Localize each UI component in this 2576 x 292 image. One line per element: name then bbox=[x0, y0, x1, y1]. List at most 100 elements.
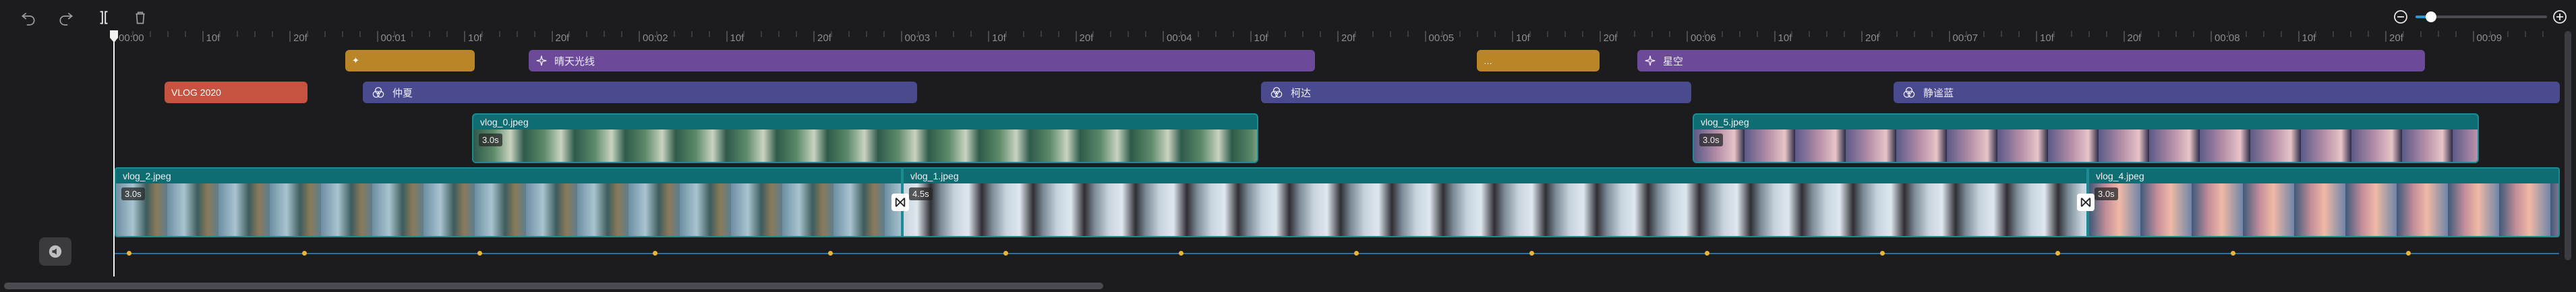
ruler-minor-tick bbox=[1983, 31, 1985, 37]
delete-button[interactable] bbox=[129, 7, 151, 28]
main-clip[interactable]: vlog_2.jpeg 3.0s bbox=[115, 167, 902, 237]
filter-clip-label: 静谧蓝 bbox=[1923, 87, 1954, 99]
main-clip[interactable]: vlog_1.jpeg 4.5s bbox=[902, 167, 2088, 237]
ruler-minor-tick bbox=[1179, 31, 1181, 37]
text-clip[interactable]: … bbox=[1477, 50, 1600, 71]
ruler-minor-tick bbox=[2333, 31, 2335, 37]
ruler-minor-tick bbox=[1232, 31, 1234, 37]
main-clip[interactable]: vlog_4.jpeg 3.0s bbox=[2088, 167, 2560, 237]
ruler-label: 10f bbox=[992, 32, 1006, 44]
ruler-minor-tick bbox=[1005, 31, 1007, 37]
ruler-tick bbox=[1512, 31, 1513, 42]
horizontal-scrollbar[interactable] bbox=[4, 283, 1103, 289]
ruler-minor-tick bbox=[1302, 31, 1304, 37]
ruler-minor-tick bbox=[2105, 31, 2107, 37]
clip-duration: 3.0s bbox=[479, 134, 502, 146]
playhead-handle[interactable] bbox=[109, 30, 119, 43]
split-icon bbox=[100, 11, 108, 24]
ruler-minor-tick bbox=[918, 31, 920, 37]
beat-marker bbox=[1880, 251, 1885, 256]
beat-marker bbox=[1179, 251, 1183, 256]
sparkle-icon bbox=[1644, 55, 1656, 67]
filter-clip[interactable]: 静谧蓝 bbox=[1894, 82, 2560, 103]
ruler-minor-tick bbox=[621, 31, 623, 37]
ruler-tick bbox=[639, 31, 640, 42]
text-clip[interactable]: ✦ bbox=[345, 50, 475, 71]
split-button[interactable] bbox=[93, 7, 115, 28]
ruler-tick bbox=[2036, 31, 2037, 42]
ruler-minor-tick bbox=[184, 31, 186, 37]
ruler-minor-tick bbox=[2402, 31, 2404, 37]
filter-clip[interactable]: VLOG 2020 bbox=[165, 82, 308, 103]
zoom-in-icon[interactable] bbox=[2552, 9, 2568, 25]
ruler-tick bbox=[2472, 31, 2474, 42]
ruler-tick bbox=[2123, 31, 2125, 42]
ruler-minor-tick bbox=[2193, 31, 2195, 37]
zoom-slider-knob[interactable] bbox=[2426, 11, 2437, 22]
time-ruler[interactable]: 00:00 10f 20f 00:01 10f 20f 00:02 10f 20f 00:03 10… bbox=[115, 31, 2563, 46]
transition-button[interactable] bbox=[2077, 194, 2095, 211]
text-icon: … bbox=[1484, 55, 1492, 66]
ruler-minor-tick bbox=[1372, 31, 1374, 37]
playhead[interactable] bbox=[113, 32, 115, 276]
ruler-tick bbox=[1163, 31, 1164, 42]
ruler-minor-tick bbox=[2280, 31, 2282, 37]
transition-button[interactable] bbox=[891, 194, 909, 211]
ruler-tick bbox=[1250, 31, 1252, 42]
ruler-minor-tick bbox=[935, 31, 937, 37]
ruler-label: 10f bbox=[1516, 32, 1530, 44]
ruler-minor-tick bbox=[673, 31, 675, 37]
ruler-label: 20f bbox=[2127, 32, 2142, 44]
zoom-out-icon[interactable] bbox=[2393, 9, 2409, 25]
ruler-minor-tick bbox=[1214, 31, 1217, 37]
ruler-minor-tick bbox=[1407, 31, 1409, 37]
beat-marker bbox=[828, 251, 833, 256]
overlay-clip[interactable]: vlog_5.jpeg 3.0s bbox=[1693, 113, 2479, 163]
ruler-minor-tick bbox=[2227, 31, 2229, 37]
ruler-minor-tick bbox=[796, 31, 798, 37]
filter-icon bbox=[372, 86, 384, 98]
ruler-minor-tick bbox=[1267, 31, 1269, 37]
ruler-minor-tick bbox=[743, 31, 745, 37]
ruler-label: 00:09 bbox=[2476, 32, 2502, 44]
transition-icon bbox=[2080, 198, 2091, 207]
ruler-minor-tick bbox=[306, 31, 308, 37]
filter-clip-label: 仲夏 bbox=[392, 87, 413, 99]
ruler-minor-tick bbox=[1844, 31, 1846, 37]
undo-icon bbox=[21, 12, 35, 26]
ruler-minor-tick bbox=[1389, 31, 1391, 37]
ruler-minor-tick bbox=[481, 31, 483, 37]
ruler-tick bbox=[2297, 31, 2300, 42]
ruler-tick bbox=[1337, 31, 1339, 42]
mute-audio-button[interactable] bbox=[39, 237, 71, 266]
filter-clip[interactable]: 柯达 bbox=[1261, 82, 1691, 103]
ruler-tick bbox=[202, 31, 204, 42]
ruler-minor-tick bbox=[1564, 31, 1566, 37]
ruler-minor-tick bbox=[1791, 31, 1793, 37]
ruler-tick bbox=[1687, 31, 1688, 42]
vertical-scrollbar[interactable] bbox=[2565, 31, 2571, 260]
ruler-label: 00:03 bbox=[904, 32, 931, 44]
ruler-minor-tick bbox=[1913, 31, 1915, 37]
ruler-minor-tick bbox=[2507, 31, 2509, 37]
ruler-minor-tick bbox=[2070, 31, 2072, 37]
ruler-label: 10f bbox=[1254, 32, 1268, 44]
ruler-minor-tick bbox=[2315, 31, 2317, 37]
ruler-tick bbox=[1774, 31, 1776, 42]
effect-clip[interactable]: 星空 bbox=[1637, 50, 2425, 71]
overlay-clip[interactable]: vlog_0.jpeg 3.0s bbox=[472, 113, 1258, 163]
ruler-minor-tick bbox=[2490, 31, 2492, 37]
redo-button[interactable] bbox=[55, 7, 77, 28]
effect-clip[interactable]: 晴天光线 bbox=[529, 50, 1315, 71]
ruler-minor-tick bbox=[953, 31, 955, 37]
ruler-minor-tick bbox=[341, 31, 343, 37]
filter-clip[interactable]: 仲夏 bbox=[363, 82, 917, 103]
ruler-minor-tick bbox=[1285, 31, 1287, 37]
ruler-label: 00:04 bbox=[1167, 32, 1192, 44]
undo-button[interactable] bbox=[18, 7, 39, 28]
trash-icon bbox=[136, 11, 145, 24]
ruler-minor-tick bbox=[1057, 31, 1059, 37]
redo-icon bbox=[59, 12, 74, 26]
ruler-tick bbox=[726, 31, 728, 42]
beat-marker bbox=[2406, 251, 2411, 256]
